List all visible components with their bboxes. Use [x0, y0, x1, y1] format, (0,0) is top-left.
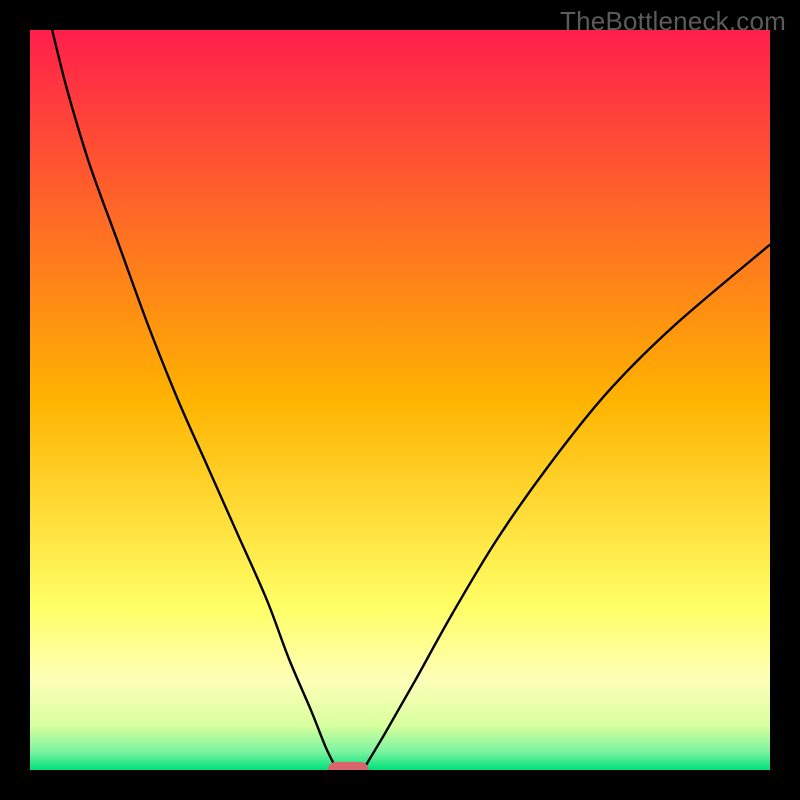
watermark-text: TheBottleneck.com [560, 6, 786, 37]
chart-frame: TheBottleneck.com [0, 0, 800, 800]
chart-svg [30, 30, 770, 770]
gradient-background [30, 30, 770, 770]
bottom-marker [328, 762, 369, 770]
plot-area [30, 30, 770, 770]
